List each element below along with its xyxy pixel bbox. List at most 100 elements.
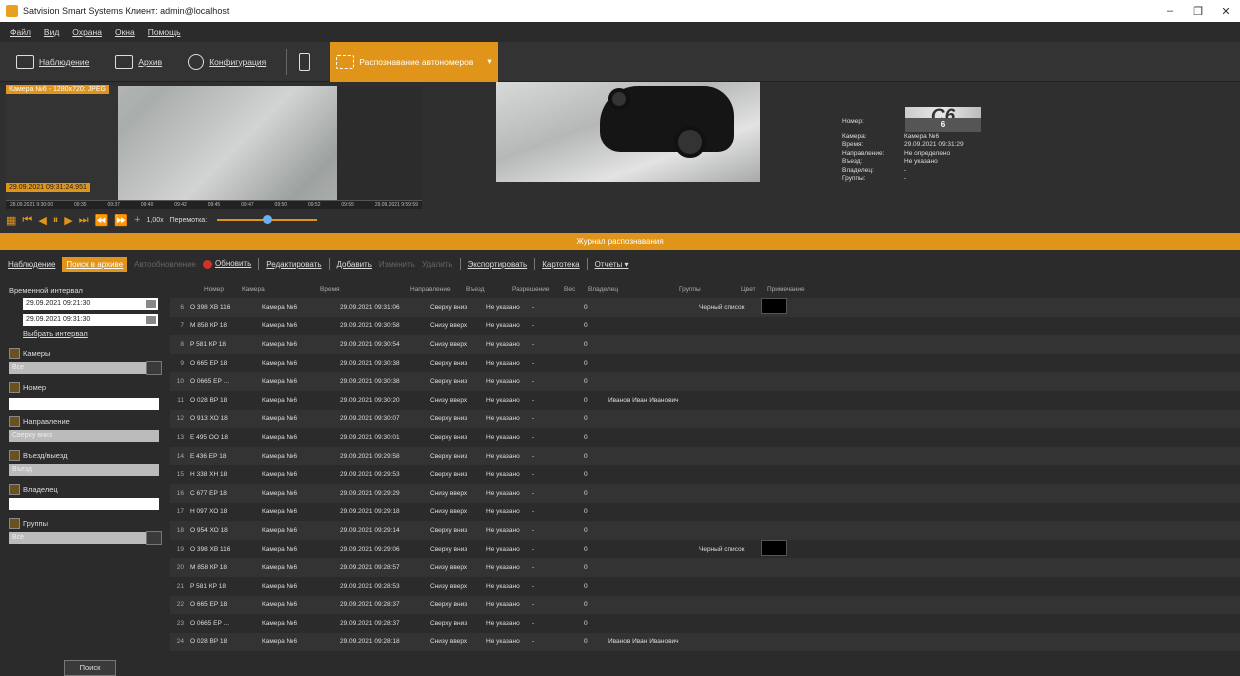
delete-button[interactable]: Удалить xyxy=(422,260,453,269)
entry-cell: Не указано xyxy=(486,340,520,348)
table-row[interactable]: 11 О 028 ВР 18 Камера №6 29.09.2021 09:30:2… xyxy=(170,390,1240,410)
menu-file[interactable]: Файл xyxy=(10,27,31,37)
col-direction[interactable]: Направление xyxy=(410,286,466,293)
export-button[interactable]: Экспортировать xyxy=(468,260,528,269)
groups-field[interactable]: Все xyxy=(9,531,162,545)
skip-end-icon[interactable]: ⏭ xyxy=(79,214,89,227)
restore-icon[interactable]: ❐ xyxy=(1184,5,1212,18)
cameras-field[interactable]: Все xyxy=(9,361,162,375)
table-row[interactable]: 14 Е 436 ЕР 18 Камера №6 29.09.2021 09:29:5… xyxy=(170,446,1240,466)
col-entry[interactable]: Въезд xyxy=(466,286,512,293)
table-row[interactable]: 16 С 677 ЕР 18 Камера №6 29.09.2021 09:29:2… xyxy=(170,483,1240,503)
table-row[interactable]: 24 О 028 ВР 18 Камера №6 29.09.2021 09:28:1… xyxy=(170,632,1240,652)
table-row[interactable]: 21 Р 581 КР 18 Камера №6 29.09.2021 09:28:5… xyxy=(170,576,1240,596)
plate-number: М 858 КР 18 xyxy=(190,564,228,572)
col-time[interactable]: Время xyxy=(320,286,410,293)
plate-recognition-button[interactable]: Распознавание автономеров ▾ xyxy=(330,41,498,82)
monitoring-button[interactable]: Наблюдение xyxy=(10,47,95,77)
table-row[interactable]: 17 Н 097 ХО 18 Камера №6 29.09.2021 09:29:1… xyxy=(170,502,1240,522)
table-row[interactable]: 10 О 0665 ЕР ... Камера №6 29.09.2021 09:30… xyxy=(170,372,1240,391)
col-number[interactable]: Номер xyxy=(190,286,242,293)
calendar-icon[interactable]: ▦ xyxy=(6,214,16,227)
pick-interval-link[interactable]: Выбрать интервал xyxy=(23,329,88,338)
plate-number: О 0665 ЕР ... xyxy=(190,378,230,386)
col-color[interactable]: Цвет xyxy=(741,286,767,293)
close-icon[interactable]: ✕ xyxy=(1212,5,1240,18)
menu-help[interactable]: Помощь xyxy=(148,27,181,37)
table-row[interactable]: 23 О 0665 ЕР ... Камера №6 29.09.2021 09:28… xyxy=(170,614,1240,633)
col-camera[interactable]: Камера xyxy=(242,286,320,293)
archive-button[interactable]: Архив xyxy=(109,47,168,77)
col-note[interactable]: Примечание xyxy=(767,286,827,293)
menu-security[interactable]: Охрана xyxy=(72,27,102,37)
camera-timestamp: 29.09.2021 09:31:24.951 xyxy=(6,183,90,192)
table-row[interactable]: 7 М 858 КР 18 Камера №6 29.09.2021 09:30:58… xyxy=(170,316,1240,336)
step-back-icon[interactable]: ◀ xyxy=(38,214,46,227)
calendar-dropdown-icon[interactable] xyxy=(146,316,156,324)
permission-cell: - xyxy=(532,415,535,423)
cameras-checkbox[interactable]: Камеры xyxy=(9,348,50,359)
table-row[interactable]: 19 О 398 ХВ 116 Камера №6 29.09.2021 09:29:… xyxy=(170,539,1240,559)
table-row[interactable]: 22 О 665 ЕР 18 Камера №6 29.09.2021 09:28:3… xyxy=(170,595,1240,615)
entry-cell: Не указано xyxy=(486,303,520,311)
skip-start-icon[interactable]: ⏮ xyxy=(22,214,32,227)
browse-button[interactable] xyxy=(146,531,162,545)
table-row[interactable]: 20 М 858 КР 18 Камера №6 29.09.2021 09:28:5… xyxy=(170,558,1240,577)
direction-cell: Снизу вверх xyxy=(430,508,468,516)
tablet-icon[interactable] xyxy=(299,52,311,71)
field-value: 29.09.2021 09:31:29 xyxy=(904,141,964,148)
forward-fast-icon[interactable]: ⏩ xyxy=(114,214,128,227)
browse-button[interactable] xyxy=(146,361,162,375)
from-datetime-input[interactable]: 29.09.2021 09:21:30 xyxy=(23,298,158,310)
direction-checkbox[interactable]: Направление xyxy=(9,416,70,427)
monitoring-tab[interactable]: Наблюдение xyxy=(8,260,55,269)
pause-icon[interactable]: ⏸ xyxy=(53,214,59,227)
permission-cell: - xyxy=(532,340,535,348)
edit-button[interactable]: Редактировать xyxy=(266,260,321,269)
menu-windows[interactable]: Окна xyxy=(115,27,135,37)
entry-checkbox[interactable]: Въезд/выезд xyxy=(9,450,67,461)
table-row[interactable]: 13 Е 495 ОО 18 Камера №6 29.09.2021 09:30:0… xyxy=(170,428,1240,447)
time-interval-label: Временной интервал xyxy=(9,286,83,295)
table-row[interactable]: 9 О 665 ЕР 18 Камера №6 29.09.2021 09:30:38… xyxy=(170,353,1240,373)
col-groups[interactable]: Группы xyxy=(679,286,741,293)
archive-search-tab[interactable]: Поиск в архиве xyxy=(62,256,128,272)
reports-button[interactable]: Отчеты ▾ xyxy=(595,260,629,269)
owner-input[interactable] xyxy=(9,498,159,510)
entry-cell: Не указано xyxy=(486,378,520,386)
direction-select[interactable]: Сверху вниз xyxy=(9,430,159,442)
play-icon[interactable]: ▶ xyxy=(64,214,72,227)
col-weight[interactable]: Вес xyxy=(564,286,588,293)
groups-checkbox[interactable]: Группы xyxy=(9,518,48,529)
plate-number: О 665 ЕР 18 xyxy=(190,601,228,609)
archive-timeline[interactable]: 28.09.2021 9:30:00 09:35 09:37 09:40 09:… xyxy=(6,200,422,209)
minimize-icon[interactable]: – xyxy=(1156,5,1184,17)
table-row[interactable]: 12 О 913 ХО 18 Камера №6 29.09.2021 09:30:0… xyxy=(170,409,1240,429)
plate-number: О 028 ВР 18 xyxy=(190,638,228,646)
to-datetime-input[interactable]: 29.09.2021 09:31:30 xyxy=(23,314,158,326)
table-row[interactable]: 6 О 398 ХВ 116 Камера №6 29.09.2021 09:31:0… xyxy=(170,298,1240,317)
rewind-fast-icon[interactable]: ⏪ xyxy=(95,214,109,227)
cards-button[interactable]: Картотека xyxy=(542,260,579,269)
table-row[interactable]: 15 Н 338 ХН 18 Камера №6 29.09.2021 09:29:5… xyxy=(170,465,1240,484)
table-row[interactable]: 18 О 954 ХО 18 Камера №6 29.09.2021 09:29:1… xyxy=(170,521,1240,540)
refresh-button[interactable]: Обновить xyxy=(203,259,251,269)
col-owner[interactable]: Владелец xyxy=(588,286,679,293)
rewind-slider[interactable] xyxy=(217,215,318,224)
entry-select[interactable]: Въезд xyxy=(9,464,159,476)
camera-cell: Камера №6 xyxy=(262,378,298,386)
config-button[interactable]: Конфигурация xyxy=(182,47,272,77)
calendar-dropdown-icon[interactable] xyxy=(146,300,156,308)
number-input[interactable] xyxy=(9,398,159,410)
table-row[interactable]: 8 Р 581 КР 18 Камера №6 29.09.2021 09:30:54… xyxy=(170,335,1240,354)
change-button[interactable]: Изменить xyxy=(379,260,415,269)
owner-checkbox[interactable]: Владелец xyxy=(9,484,58,495)
timeline-tick: 09:42 xyxy=(174,202,187,208)
add-button[interactable]: Добавить xyxy=(337,260,372,269)
number-checkbox[interactable]: Номер xyxy=(9,382,46,393)
search-button[interactable]: Поиск xyxy=(64,660,116,676)
menu-view[interactable]: Вид xyxy=(44,27,59,37)
auto-refresh-button[interactable]: Автообновление xyxy=(134,260,196,269)
zoom-plus-icon[interactable]: + xyxy=(134,214,140,226)
col-permission[interactable]: Разрешение xyxy=(512,286,564,293)
